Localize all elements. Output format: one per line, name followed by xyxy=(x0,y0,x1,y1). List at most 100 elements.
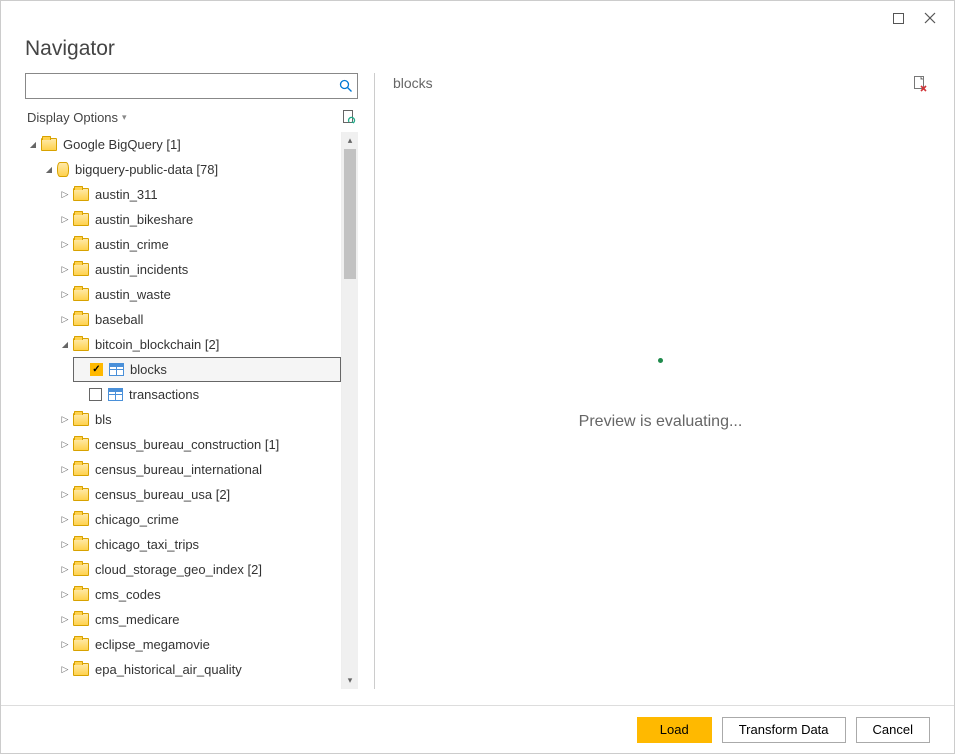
folder-icon xyxy=(73,463,89,476)
tree-node-dataset[interactable]: chicago_taxi_trips xyxy=(57,532,341,557)
search-box[interactable] xyxy=(25,73,358,99)
tree-node-dataset[interactable]: cms_medicare xyxy=(57,607,341,632)
tree-node-dataset[interactable]: cms_codes xyxy=(57,582,341,607)
node-label: eclipse_megamovie xyxy=(95,637,210,652)
cancel-button[interactable]: Cancel xyxy=(856,717,930,743)
expand-toggle-icon[interactable] xyxy=(59,340,71,349)
node-label: epa_historical_air_quality xyxy=(95,662,242,677)
scrollbar[interactable]: ▴ ▾ xyxy=(341,132,358,689)
expand-toggle-icon[interactable] xyxy=(59,239,71,250)
preview-header: blocks xyxy=(391,73,930,99)
expand-toggle-icon[interactable] xyxy=(59,464,71,475)
tree-node-dataset-bitcoin[interactable]: bitcoin_blockchain [2] xyxy=(57,332,341,357)
expand-toggle-icon[interactable] xyxy=(27,140,39,149)
expand-toggle-icon[interactable] xyxy=(59,189,71,200)
expand-toggle-icon[interactable] xyxy=(59,564,71,575)
folder-icon xyxy=(73,338,89,351)
tree-node-dataset[interactable]: austin_waste xyxy=(57,282,341,307)
tree-node-dataset[interactable]: census_bureau_international xyxy=(57,457,341,482)
folder-icon xyxy=(73,238,89,251)
tree-scroll: Google BigQuery [1] bigquery-public-data… xyxy=(25,132,341,689)
tree-node-dataset[interactable]: chicago_crime xyxy=(57,507,341,532)
expand-toggle-icon[interactable] xyxy=(59,614,71,625)
node-label: austin_crime xyxy=(95,237,169,252)
node-label: census_bureau_usa [2] xyxy=(95,487,230,502)
scroll-up-icon[interactable]: ▴ xyxy=(342,132,358,149)
tree-node-dataset[interactable]: epa_historical_air_quality xyxy=(57,657,341,682)
refresh-icon[interactable] xyxy=(341,109,358,126)
expand-toggle-icon[interactable] xyxy=(59,639,71,650)
expand-toggle-icon[interactable] xyxy=(59,314,71,325)
node-label: chicago_taxi_trips xyxy=(95,537,199,552)
expand-toggle-icon[interactable] xyxy=(59,489,71,500)
dialog-title: Navigator xyxy=(25,37,930,61)
expand-toggle-icon[interactable] xyxy=(59,439,71,450)
node-label: austin_bikeshare xyxy=(95,212,193,227)
tree-node-dataset[interactable]: austin_bikeshare xyxy=(57,207,341,232)
remove-preview-icon[interactable] xyxy=(912,75,928,92)
folder-icon xyxy=(73,663,89,676)
tree-node-dataset[interactable]: census_bureau_construction [1] xyxy=(57,432,341,457)
checkbox[interactable] xyxy=(90,363,103,376)
dataset-list: austin_311 austin_bikeshare austin_crime… xyxy=(41,182,341,682)
expand-toggle-icon[interactable] xyxy=(59,214,71,225)
folder-icon xyxy=(73,563,89,576)
expand-toggle-icon[interactable] xyxy=(59,264,71,275)
maximize-button[interactable] xyxy=(882,4,914,32)
folder-icon xyxy=(73,588,89,601)
tree-node-dataset[interactable]: austin_crime xyxy=(57,232,341,257)
folder-icon xyxy=(73,513,89,526)
table-icon xyxy=(109,363,124,376)
folder-icon xyxy=(73,313,89,326)
transform-data-button[interactable]: Transform Data xyxy=(722,717,846,743)
navigator-dialog: Navigator Display Options ▾ xyxy=(0,0,955,754)
folder-icon xyxy=(73,213,89,226)
tree-node-dataset[interactable]: bls xyxy=(57,407,341,432)
tree-node-dataset[interactable]: cloud_storage_geo_index [2] xyxy=(57,557,341,582)
scroll-thumb[interactable] xyxy=(344,149,356,279)
preview-body: Preview is evaluating... xyxy=(391,99,930,689)
tree-node-dataset[interactable]: austin_311 xyxy=(57,182,341,207)
display-options-label: Display Options xyxy=(27,110,118,125)
display-options-menu[interactable]: Display Options ▾ xyxy=(27,110,127,125)
search-input[interactable] xyxy=(32,75,339,97)
expand-toggle-icon[interactable] xyxy=(59,664,71,675)
expand-toggle-icon[interactable] xyxy=(59,414,71,425)
node-label: cloud_storage_geo_index [2] xyxy=(95,562,262,577)
folder-icon xyxy=(73,638,89,651)
tree-node-dataset[interactable]: census_bureau_usa [2] xyxy=(57,482,341,507)
node-label: austin_waste xyxy=(95,287,171,302)
tree-node-dataset[interactable]: baseball xyxy=(57,307,341,332)
checkbox[interactable] xyxy=(89,388,102,401)
load-button[interactable]: Load xyxy=(637,717,712,743)
node-label: cms_medicare xyxy=(95,612,180,627)
node-label: austin_incidents xyxy=(95,262,188,277)
node-label: transactions xyxy=(129,387,199,402)
tree-node-dataset[interactable]: eclipse_megamovie xyxy=(57,632,341,657)
search-icon[interactable] xyxy=(339,79,353,93)
scroll-down-icon[interactable]: ▾ xyxy=(342,672,358,689)
close-button[interactable] xyxy=(914,4,946,32)
tree-node-dataset[interactable]: austin_incidents xyxy=(57,257,341,282)
tree-node-root[interactable]: Google BigQuery [1] xyxy=(25,132,341,157)
folder-icon xyxy=(73,613,89,626)
node-label: bitcoin_blockchain [2] xyxy=(95,337,219,352)
dialog-body: Display Options ▾ xyxy=(1,73,954,705)
expand-toggle-icon[interactable] xyxy=(59,539,71,550)
node-label: blocks xyxy=(130,362,167,377)
expand-toggle-icon[interactable] xyxy=(59,289,71,300)
tree-node-table-blocks[interactable]: blocks xyxy=(73,357,341,382)
node-label: baseball xyxy=(95,312,143,327)
preview-title: blocks xyxy=(393,75,433,91)
node-label: census_bureau_construction [1] xyxy=(95,437,279,452)
scroll-track[interactable] xyxy=(342,149,358,672)
expand-toggle-icon[interactable] xyxy=(59,514,71,525)
expand-toggle-icon[interactable] xyxy=(43,165,55,174)
node-label: Google BigQuery [1] xyxy=(63,137,181,152)
database-icon xyxy=(57,162,69,177)
tree-node-project[interactable]: bigquery-public-data [78] xyxy=(41,157,341,182)
tree-node-table-transactions[interactable]: transactions xyxy=(73,382,341,407)
spinner-icon xyxy=(658,358,663,363)
expand-toggle-icon[interactable] xyxy=(59,589,71,600)
node-label: austin_311 xyxy=(95,187,158,202)
